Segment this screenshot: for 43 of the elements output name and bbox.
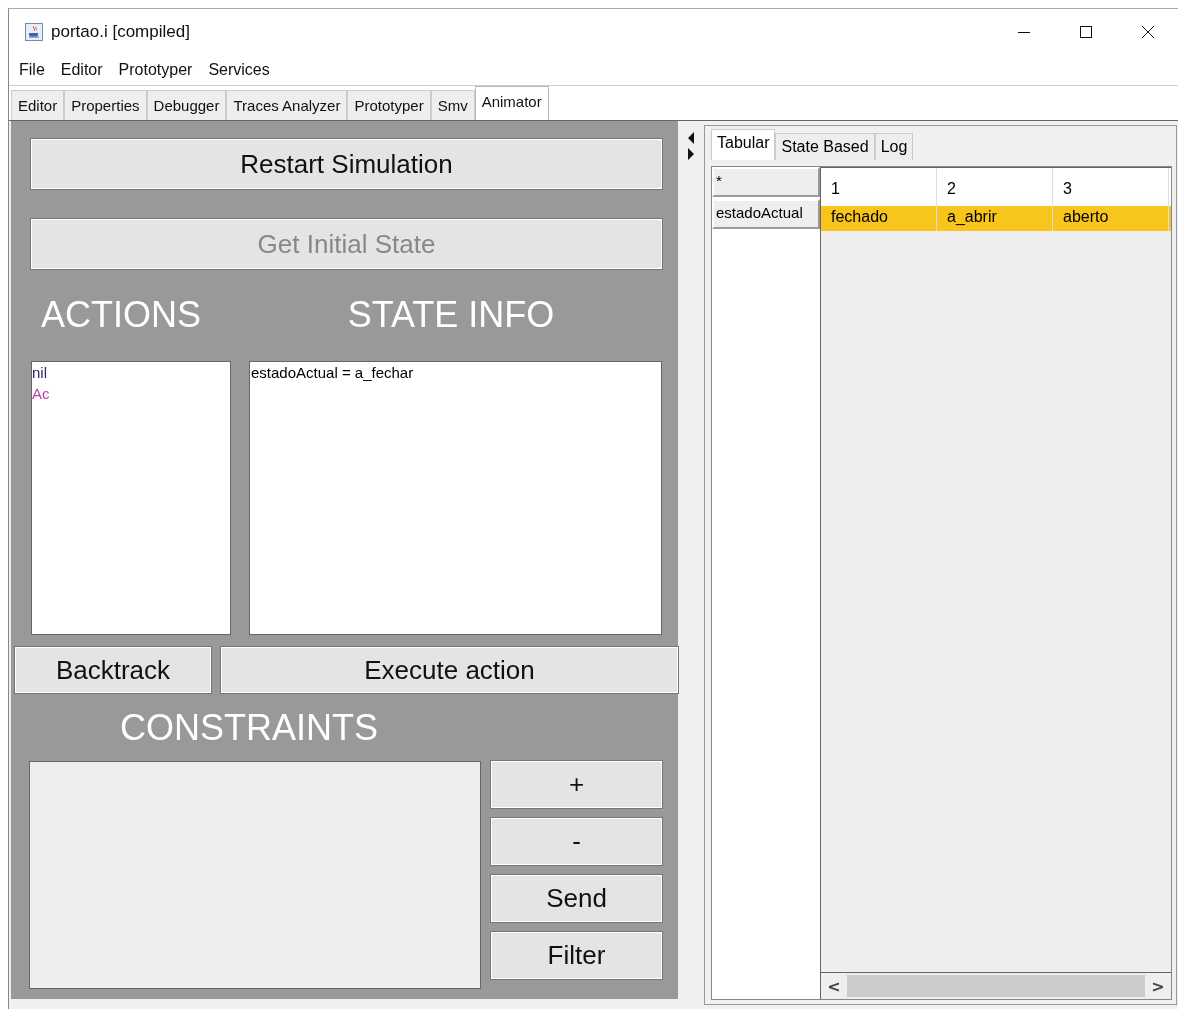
- constraint-button[interactable]: Filter: [491, 932, 662, 979]
- action-item[interactable]: nil: [32, 362, 230, 383]
- collapse-arrows-icon[interactable]: [687, 131, 695, 161]
- actions-list[interactable]: nil Ac: [31, 361, 231, 635]
- maximize-icon[interactable]: [1079, 25, 1093, 39]
- tab[interactable]: Editor: [11, 90, 65, 120]
- constraint-button[interactable]: +: [491, 761, 662, 808]
- table-row[interactable]: fechado a_abrir aberto: [821, 206, 1171, 231]
- menu-item[interactable]: File: [11, 61, 53, 79]
- tab[interactable]: State Based: [775, 133, 875, 160]
- scroll-right-button[interactable]: >: [1145, 976, 1171, 996]
- tab[interactable]: Smv: [430, 90, 475, 120]
- state-info-line: estadoActual = a_fechar: [251, 364, 415, 381]
- tab[interactable]: Debugger: [146, 90, 227, 120]
- menu-item[interactable]: Prototyper: [110, 61, 201, 79]
- section-heading: STATE INFO: [346, 294, 556, 336]
- window-title: portao.i [compiled]: [51, 22, 190, 42]
- scroll-left-button[interactable]: <: [821, 976, 847, 996]
- java-cup-icon: [25, 23, 43, 41]
- constraints-field[interactable]: [29, 761, 481, 989]
- restart-simulation-button[interactable]: Restart Simulation: [31, 139, 662, 189]
- menu-item[interactable]: Editor: [52, 61, 111, 79]
- constraint-button[interactable]: -: [491, 818, 662, 865]
- tab[interactable]: Animator: [474, 86, 549, 120]
- menu-item[interactable]: Services: [200, 61, 278, 79]
- tab[interactable]: Tabular: [711, 129, 776, 160]
- tab[interactable]: Properties: [64, 90, 147, 120]
- row-header: estadoActual: [712, 199, 820, 229]
- section-heading: CONSTRAINTS: [119, 707, 379, 750]
- table-cell: a_abrir: [937, 206, 1053, 231]
- table-cell: aberto: [1053, 206, 1169, 231]
- close-icon[interactable]: [1141, 25, 1155, 39]
- backtrack-button[interactable]: Backtrack: [15, 647, 211, 693]
- action-item[interactable]: Ac: [32, 383, 230, 404]
- section-heading: ACTIONS: [40, 294, 202, 336]
- scrollbar-thumb[interactable]: [847, 975, 1145, 997]
- execute-action-button[interactable]: Execute action: [221, 647, 678, 693]
- tab[interactable]: Log: [874, 133, 914, 160]
- corner-header: *: [712, 167, 820, 197]
- table-cell: fechado: [821, 206, 937, 231]
- tab[interactable]: Traces Analyzer: [226, 90, 348, 120]
- constraint-button[interactable]: Send: [491, 875, 662, 922]
- tab[interactable]: Prototyper: [347, 90, 431, 120]
